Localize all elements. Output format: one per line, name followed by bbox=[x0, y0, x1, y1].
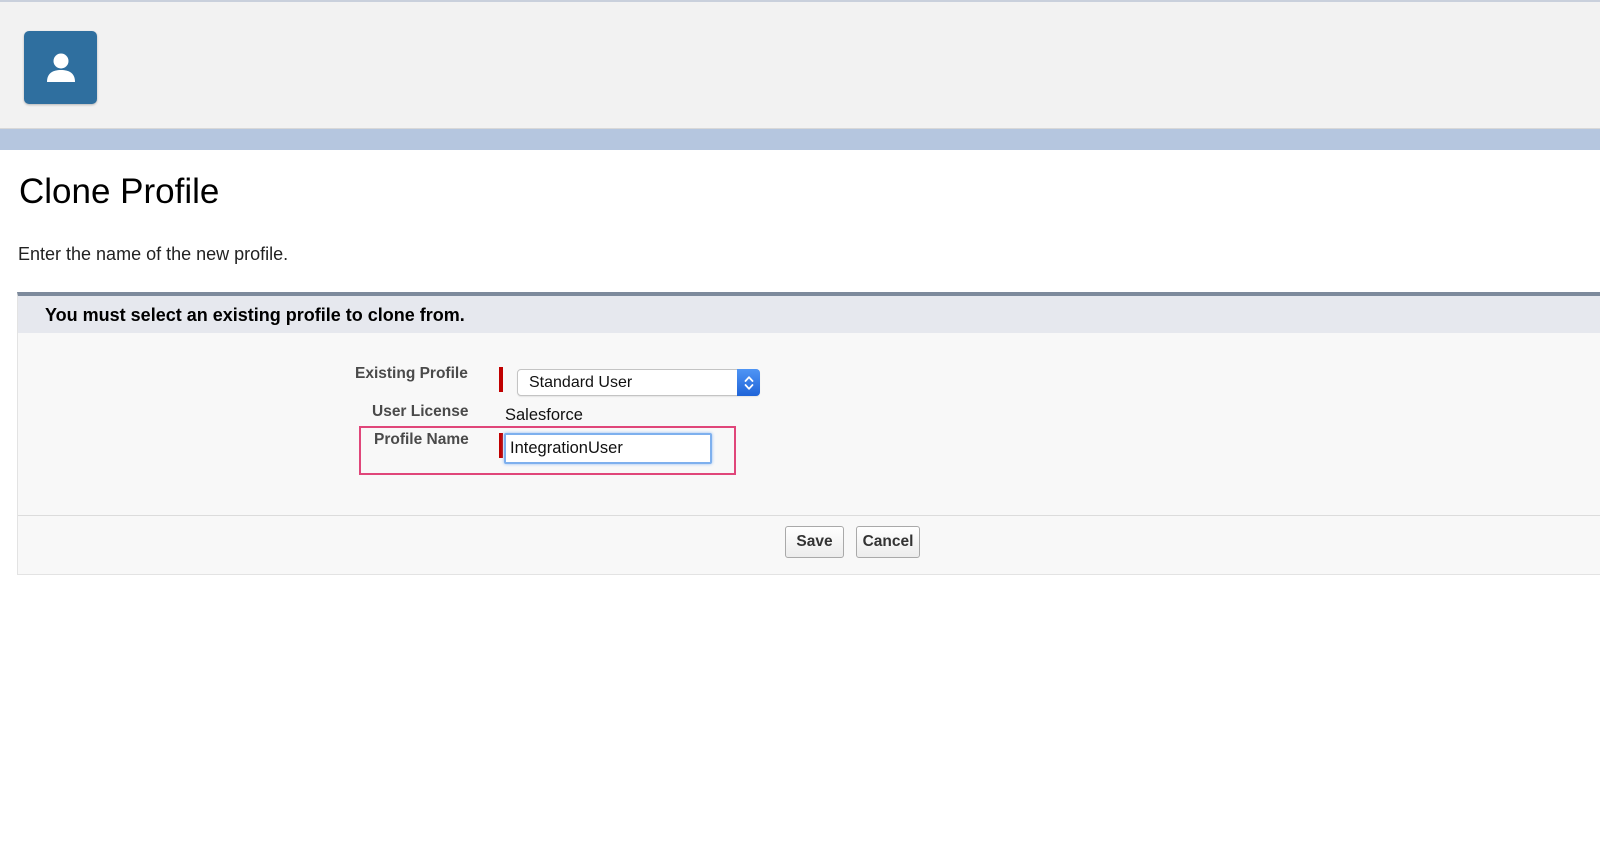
select-arrows-icon bbox=[737, 369, 760, 396]
user-license-value: Salesforce bbox=[505, 406, 583, 424]
header-strip bbox=[0, 129, 1600, 150]
existing-profile-value: Standard User bbox=[529, 374, 633, 391]
existing-profile-label: Existing Profile bbox=[355, 365, 468, 382]
button-bar: Save Cancel bbox=[18, 515, 1600, 576]
page-description: Enter the name of the new profile. bbox=[18, 244, 289, 264]
panel-header: You must select an existing profile to c… bbox=[18, 296, 1600, 333]
cancel-button[interactable]: Cancel bbox=[856, 526, 920, 558]
required-indicator bbox=[499, 367, 503, 392]
user-icon bbox=[24, 31, 97, 104]
user-license-label: User License bbox=[372, 403, 469, 420]
top-header bbox=[0, 0, 1600, 129]
save-button[interactable]: Save bbox=[785, 526, 844, 558]
existing-profile-select[interactable]: Standard User bbox=[517, 369, 760, 396]
page-title: Clone Profile bbox=[19, 172, 220, 211]
profile-name-label: Profile Name bbox=[374, 431, 469, 448]
panel-header-text: You must select an existing profile to c… bbox=[45, 305, 465, 325]
profile-name-input[interactable] bbox=[504, 433, 712, 464]
required-indicator bbox=[499, 433, 503, 458]
clone-profile-panel: You must select an existing profile to c… bbox=[17, 292, 1600, 575]
